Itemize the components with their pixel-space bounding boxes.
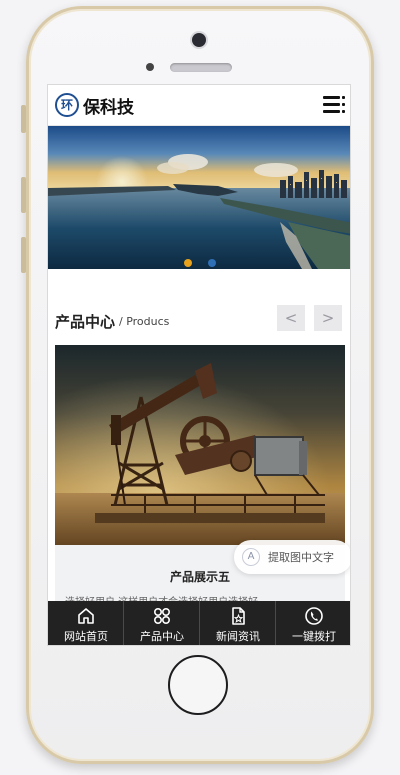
tab-products-label: 产品中心 [140, 630, 184, 643]
tab-home[interactable]: 网站首页 [48, 601, 124, 645]
grid-icon [153, 607, 171, 625]
extract-text-button[interactable]: A 提取图中文字 [234, 540, 350, 574]
phone-screen: 环 保科技 产品中心 / Producs < > 产品展示五 A 提取图中文字 … [47, 84, 351, 646]
brand-name[interactable]: 保科技 [83, 93, 134, 118]
logo-icon[interactable]: 环 [55, 93, 79, 117]
hamburger-menu-icon[interactable] [323, 96, 345, 114]
products-section-subtitle: / Producs [119, 315, 170, 328]
phone-icon [305, 607, 323, 625]
products-section-title: 产品中心 [55, 313, 116, 331]
extract-text-label: 提取图中文字 [268, 551, 334, 564]
proximity-sensor [146, 63, 154, 71]
front-camera [192, 33, 206, 47]
product-image[interactable] [55, 345, 345, 545]
site-header: 环 保科技 [48, 85, 350, 126]
home-icon [78, 608, 94, 624]
products-prev-button[interactable]: < [277, 305, 305, 331]
news-icon [232, 607, 245, 625]
text-scan-icon: A [242, 548, 260, 566]
banner-dot-2[interactable] [207, 259, 216, 267]
tab-home-label: 网站首页 [64, 630, 108, 643]
tab-call[interactable]: 一键拨打 [276, 601, 350, 645]
tab-products[interactable]: 产品中心 [124, 601, 200, 645]
volume-down-button [21, 237, 26, 273]
oil-pump-jack-image [55, 345, 345, 545]
harbor-city-image [48, 126, 350, 269]
tab-news-label: 新闻资讯 [216, 630, 260, 643]
bottom-tabbar: 网站首页 产品中心 新闻资讯 一键拨打 [48, 601, 350, 645]
hero-banner[interactable] [48, 126, 350, 269]
tab-news[interactable]: 新闻资讯 [200, 601, 276, 645]
earpiece-speaker [170, 63, 232, 72]
banner-dot-1[interactable] [184, 259, 193, 267]
volume-up-button [21, 177, 26, 213]
tab-call-label: 一键拨打 [292, 630, 336, 643]
home-button[interactable] [168, 655, 228, 715]
products-next-button[interactable]: > [314, 305, 342, 331]
banner-pagination [48, 252, 350, 269]
mute-switch [21, 105, 26, 133]
